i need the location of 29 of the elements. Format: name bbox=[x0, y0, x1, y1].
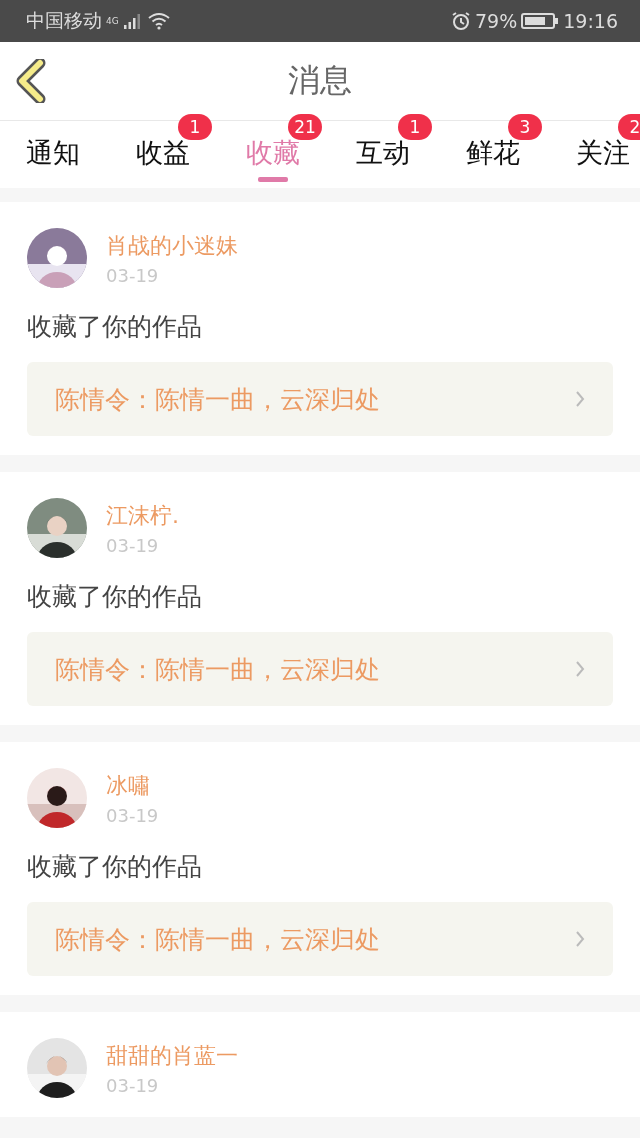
battery-icon bbox=[521, 12, 560, 30]
message-text: 收藏了你的作品 bbox=[27, 311, 203, 343]
carrier-name: 中国移动 bbox=[26, 8, 102, 33]
clock-time: 19:16 bbox=[563, 10, 618, 32]
message-text: 收藏了你的作品 bbox=[27, 851, 203, 883]
chevron-icon bbox=[575, 930, 585, 948]
count-badge: 3 bbox=[508, 114, 542, 140]
work-link[interactable]: 陈情令：陈情一曲，云深归处 bbox=[27, 632, 613, 706]
count-badge: 21 bbox=[288, 114, 322, 140]
user-name[interactable]: 肖战的小迷妹 bbox=[106, 230, 238, 261]
chevron-icon bbox=[575, 660, 585, 678]
user-name[interactable]: 江沫柠. bbox=[106, 500, 179, 531]
alarm-icon bbox=[451, 11, 471, 31]
signal-icon bbox=[122, 13, 143, 29]
count-badge: 1 bbox=[398, 114, 432, 140]
chevron-icon bbox=[575, 390, 585, 408]
user-name[interactable]: 甜甜的肖蓝一 bbox=[106, 1040, 238, 1071]
count-badge: 2 bbox=[618, 114, 640, 140]
back-button[interactable] bbox=[16, 59, 46, 103]
network-type: 4G bbox=[106, 16, 119, 26]
message-text: 收藏了你的作品 bbox=[27, 581, 203, 613]
tab[interactable]: 通知 bbox=[26, 135, 80, 188]
page-title: 消息 bbox=[288, 60, 352, 101]
work-link[interactable]: 陈情令：陈情一曲，云深归处 bbox=[27, 362, 613, 436]
work-link[interactable]: 陈情令：陈情一曲，云深归处 bbox=[27, 902, 613, 976]
count-badge: 1 bbox=[178, 114, 212, 140]
wifi-icon bbox=[146, 12, 171, 30]
battery-percent: 79% bbox=[475, 10, 518, 32]
user-name[interactable]: 冰嘯 bbox=[106, 770, 159, 801]
